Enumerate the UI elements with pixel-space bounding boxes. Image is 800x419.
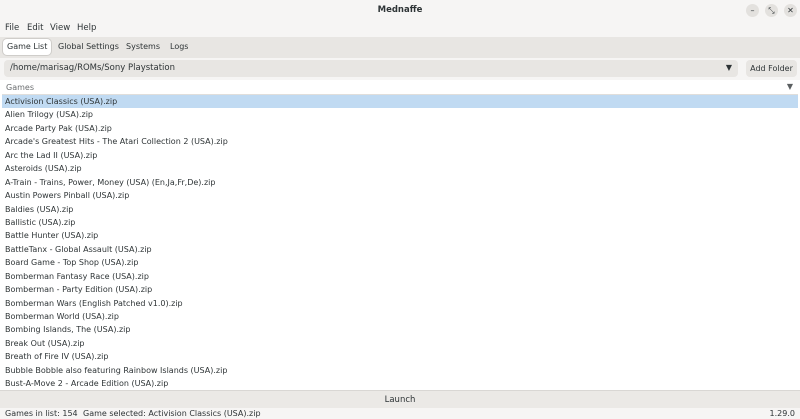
games-header-label: Games [6,83,34,92]
menu-bar: File Edit View Help [0,21,800,37]
game-list-item[interactable]: Bombing Islands, The (USA).zip [2,323,798,336]
game-list-item[interactable]: Arcade's Greatest Hits - The Atari Colle… [2,135,798,148]
games-count: Games in list: 154 [5,409,78,418]
game-list-item[interactable]: A-Train - Trains, Power, Money (USA) (En… [2,176,798,189]
game-list-item[interactable]: Arc the Lad II (USA).zip [2,149,798,162]
tab-global-settings[interactable]: Global Settings [54,39,123,55]
game-list-item[interactable]: Baldies (USA).zip [2,203,798,216]
game-list-item[interactable]: Bomberman World (USA).zip [2,310,798,323]
menu-help[interactable]: Help [77,23,96,33]
game-list-item[interactable]: Bomberman Wars (English Patched v1.0).zi… [2,297,798,310]
game-list-item[interactable]: Arcade Party Pak (USA).zip [2,122,798,135]
restore-icon: ⤡ [768,5,775,15]
game-list-item[interactable]: BattleTanx - Global Assault (USA).zip [2,243,798,256]
game-list-item[interactable]: Ballistic (USA).zip [2,216,798,229]
game-list-item[interactable]: Break Out (USA).zip [2,337,798,350]
sort-descending-icon: ▼ [786,82,793,91]
window-title: Mednaffe [377,5,423,15]
minimize-button[interactable]: – [746,4,759,17]
game-list-item[interactable]: Bomberman Fantasy Race (USA).zip [2,270,798,283]
game-list-item[interactable]: Board Game - Top Shop (USA).zip [2,256,798,269]
title-bar: Mednaffe – ⤡ ✕ [0,0,800,22]
game-list-item[interactable]: Activision Classics (USA).zip [2,95,798,109]
menu-edit[interactable]: Edit [27,23,43,33]
folder-dropdown[interactable]: /home/marisag/ROMs/Sony Playstation ▼ [4,60,738,77]
close-icon: ✕ [787,5,794,15]
game-list-item[interactable]: Bubble Bobble also featuring Rainbow Isl… [2,364,798,377]
chevron-down-icon: ▼ [725,63,732,72]
tab-bar: Game List Global Settings Systems Logs [0,37,800,58]
tab-systems[interactable]: Systems [122,39,164,55]
close-button[interactable]: ✕ [784,4,797,17]
folder-path: /home/marisag/ROMs/Sony Playstation [10,63,175,73]
status-bar: Games in list: 154 Game selected: Activi… [0,408,800,419]
app-version: 1.29.0 [769,409,795,418]
game-list-item[interactable]: Asteroids (USA).zip [2,162,798,175]
game-list-item[interactable]: Battle Hunter (USA).zip [2,229,798,242]
game-list-item[interactable]: Bust-A-Move 2 - Arcade Edition (USA).zip [2,377,798,388]
launch-button[interactable]: Launch [0,390,800,409]
add-folder-button[interactable]: Add Folder [746,60,797,77]
games-column-header[interactable]: Games ▼ [2,81,798,95]
game-list-item[interactable]: Austin Powers Pinball (USA).zip [2,189,798,202]
folder-row: /home/marisag/ROMs/Sony Playstation ▼ Ad… [0,58,800,80]
menu-file[interactable]: File [5,23,19,33]
menu-view[interactable]: View [50,23,70,33]
minimize-icon: – [750,5,755,15]
tab-logs[interactable]: Logs [166,39,192,55]
game-list[interactable]: Activision Classics (USA).zip Alien Trilo… [2,95,798,388]
selected-game: Game selected: Activision Classics (USA)… [83,409,261,418]
game-list-item[interactable]: Breath of Fire IV (USA).zip [2,350,798,363]
tab-game-list[interactable]: Game List [3,39,52,55]
game-list-item[interactable]: Alien Trilogy (USA).zip [2,108,798,121]
maximize-button[interactable]: ⤡ [765,4,778,17]
game-list-item[interactable]: Bomberman - Party Edition (USA).zip [2,283,798,296]
